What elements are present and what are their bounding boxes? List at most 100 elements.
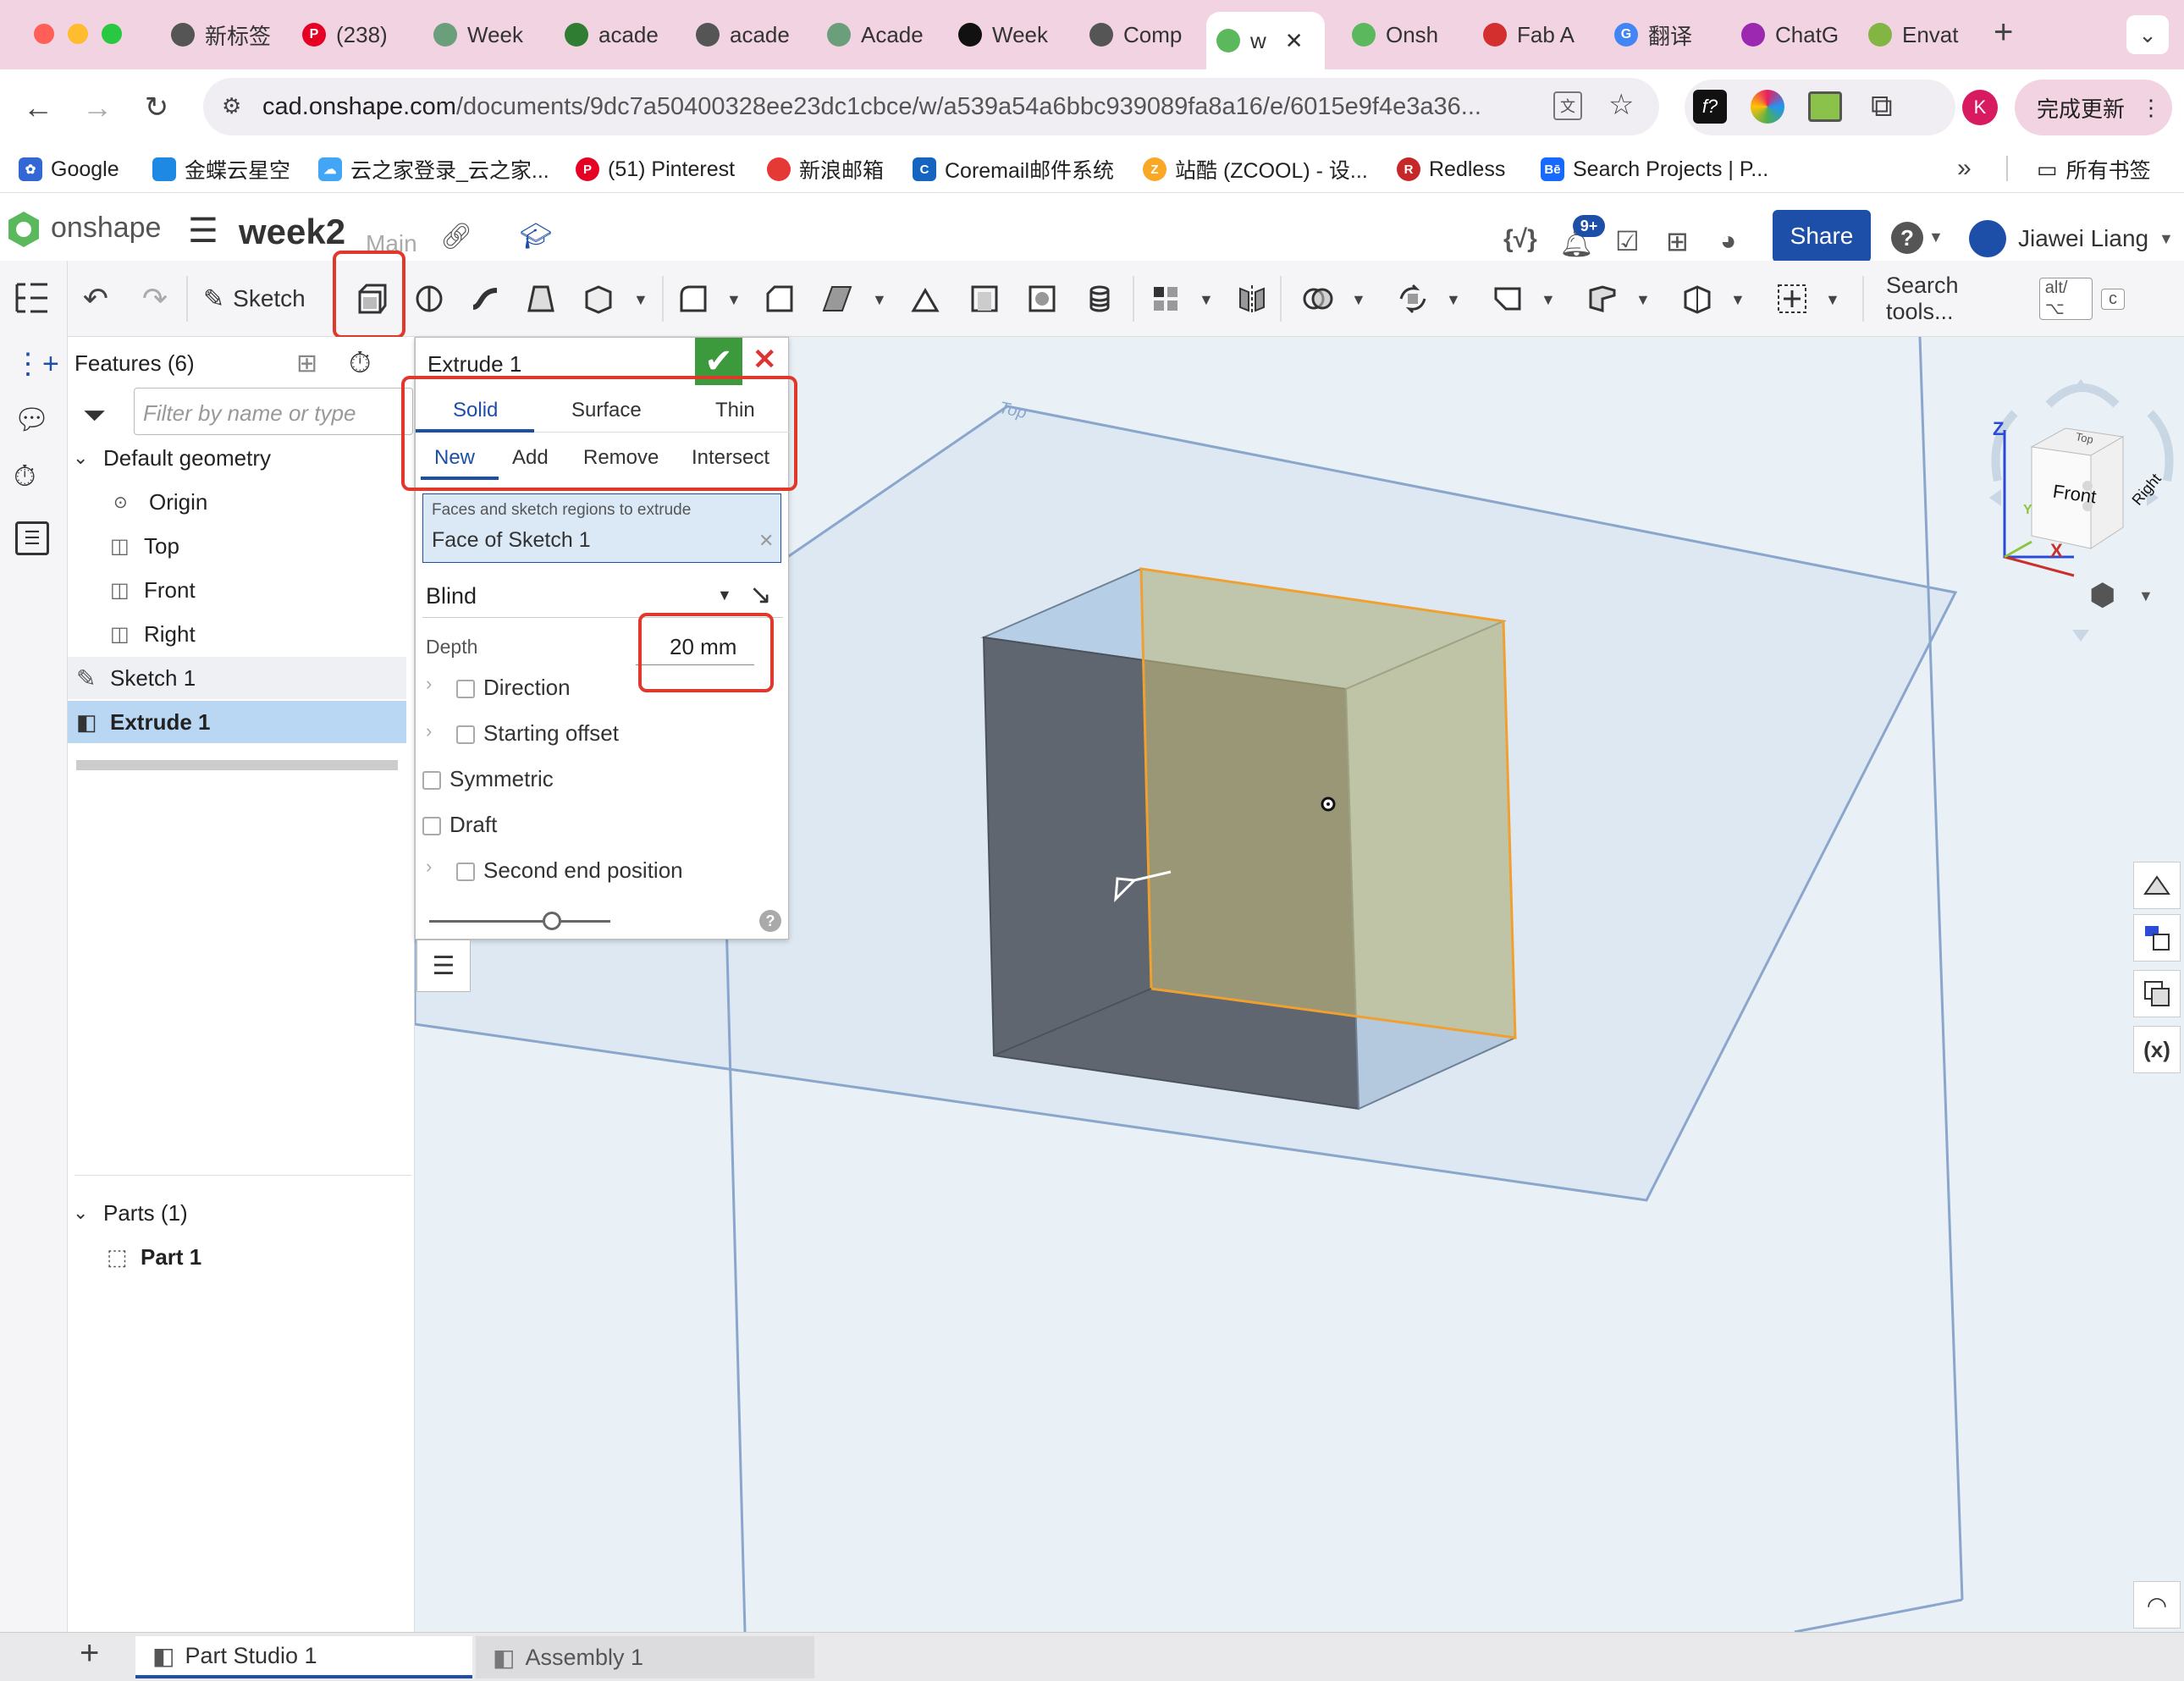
boolean-tool-icon[interactable] (1299, 279, 1337, 318)
reload-icon[interactable]: ↻ (135, 86, 178, 129)
sweep-tool-icon[interactable] (466, 279, 505, 318)
symmetric-checkbox[interactable] (422, 771, 441, 790)
bookmark-item[interactable]: Bē Search Projects | P... (1541, 154, 1768, 185)
bookmark-item[interactable]: ✿ Google (19, 154, 119, 185)
app-store-grid-icon[interactable]: ⊞ (1666, 225, 1689, 257)
window-zoom-button[interactable] (102, 24, 122, 44)
draft-checkbox[interactable] (422, 817, 441, 835)
dropdown-chevron-icon[interactable]: ▼ (1825, 291, 1840, 309)
browser-tab[interactable]: P (238) (292, 12, 411, 58)
share-button[interactable]: Share (1773, 210, 1871, 262)
view-shortcuts-dome-icon[interactable]: ◠ (2133, 1581, 2181, 1629)
appearance-panel-icon[interactable] (2133, 862, 2181, 909)
browser-tab[interactable]: Envat (1858, 12, 1977, 58)
cancel-x-button[interactable]: ✕ (753, 343, 777, 377)
expand-chevron-icon[interactable]: ⌄ (73, 1202, 103, 1224)
site-settings-icon[interactable]: ⚙ (222, 93, 241, 119)
starting-offset-checkbox[interactable] (456, 725, 475, 744)
faces-selection-box[interactable]: Faces and sketch regions to extrude Face… (422, 493, 781, 563)
tree-item-top-plane[interactable]: ◫ Top (110, 525, 449, 567)
bookmark-item[interactable]: P (51) Pinterest (576, 154, 735, 185)
help-dropdown-chevron-icon[interactable]: ▼ (1928, 229, 1944, 246)
surface-tool-icon[interactable] (1678, 279, 1717, 318)
document-title[interactable]: week2 (239, 212, 345, 252)
tree-item-origin[interactable]: ⊙ Origin (113, 481, 452, 523)
image-extension-icon[interactable] (1808, 91, 1842, 122)
update-button[interactable]: 完成更新 ⋮ (2015, 80, 2172, 135)
thicken-tool-icon[interactable] (579, 279, 618, 318)
close-tab-icon[interactable]: ✕ (1285, 28, 1304, 54)
browser-tab-active[interactable]: w ✕ (1206, 12, 1325, 69)
profile-avatar[interactable]: K (1962, 90, 1998, 125)
shell-tool-icon[interactable] (965, 279, 1004, 318)
browser-tab[interactable]: acade (686, 12, 804, 58)
expand-chevron-icon[interactable]: › (426, 720, 432, 742)
expand-chevron-icon[interactable]: › (426, 856, 432, 878)
mate-connector-icon[interactable] (1773, 279, 1812, 318)
mirror-tool-icon[interactable] (1233, 279, 1271, 318)
loft-tool-icon[interactable] (521, 279, 560, 318)
dropdown-chevron-icon[interactable]: ▼ (633, 291, 648, 309)
transform-tool-icon[interactable] (1393, 279, 1432, 318)
browser-tab[interactable]: Onsh (1342, 12, 1460, 58)
face-of-sketch-item[interactable]: Face of Sketch 1 (432, 528, 591, 553)
rollback-bar[interactable] (76, 760, 398, 770)
tree-item-front-plane[interactable]: ◫ Front (110, 569, 449, 611)
user-name[interactable]: Jiawei Liang (2018, 225, 2148, 252)
fillet-tool-icon[interactable] (674, 279, 713, 318)
tab-list-chevron-icon[interactable]: ⌄ (2126, 15, 2169, 54)
browser-tab[interactable]: Week (948, 12, 1067, 58)
dropdown-chevron-icon[interactable]: ▼ (1635, 291, 1651, 309)
browser-tab[interactable]: Week (423, 12, 542, 58)
add-tab-plus-icon[interactable]: + (80, 1634, 99, 1673)
sketch-button[interactable]: ✎ Sketch (203, 279, 306, 318)
back-arrow-icon[interactable]: ← (17, 86, 59, 129)
browser-tab[interactable]: acade (554, 12, 673, 58)
expand-chevron-icon[interactable]: › (426, 673, 432, 695)
named-views-icon[interactable] (2133, 970, 2181, 1017)
end-type-select[interactable]: Blind (426, 583, 477, 609)
configurations-icon[interactable] (2133, 914, 2181, 962)
dropdown-chevron-icon[interactable]: ▼ (1541, 291, 1556, 309)
preview-slider-track[interactable] (429, 920, 610, 923)
bookmark-item[interactable]: 新浪邮箱 (767, 154, 884, 185)
tree-item-extrude1[interactable]: ◧ Extrude 1 (68, 701, 406, 743)
dropdown-chevron-icon[interactable]: ▼ (1199, 291, 1214, 309)
bookmark-item[interactable]: Z 站酷 (ZCOOL) - 设... (1143, 154, 1368, 185)
comments-icon[interactable]: 💬︎ (14, 403, 50, 437)
view-options-chevron-icon[interactable]: ▼ (2138, 587, 2154, 605)
more-bookmarks-chevron-icon[interactable]: » (1957, 154, 1972, 183)
hamburger-menu-icon[interactable]: ☰ (188, 212, 218, 251)
view-cube-icon[interactable] (1981, 354, 2176, 675)
dropdown-chevron-icon[interactable]: ▼ (1730, 291, 1746, 309)
add-custom-feature-icon[interactable]: ⋮+ (14, 347, 59, 381)
puzzle-extensions-icon[interactable]: ⧉ (1871, 88, 1893, 124)
thread-tool-icon[interactable] (1080, 279, 1119, 318)
browser-tab[interactable]: 新标签 (161, 12, 288, 58)
linear-pattern-icon[interactable] (1146, 279, 1185, 318)
bookmark-star-icon[interactable]: ☆ (1608, 88, 1635, 122)
chamfer-tool-icon[interactable] (760, 279, 799, 318)
rib-tool-icon[interactable] (906, 279, 945, 318)
browser-tab[interactable]: Comp (1079, 12, 1198, 58)
bookmark-item[interactable]: ☁ 云之家登录_云之家... (318, 154, 549, 185)
browser-tab[interactable]: G 翻译 (1604, 12, 1718, 58)
view-options-cube-icon[interactable]: ⬢ (2089, 577, 2115, 613)
bookmark-item[interactable]: R Redless (1397, 154, 1505, 185)
dialog-help-icon[interactable]: ? (759, 910, 781, 932)
add-folder-icon[interactable]: ⊞ (296, 349, 317, 378)
tree-item-part1[interactable]: ⬚ Part 1 (107, 1236, 445, 1278)
second-end-checkbox[interactable] (456, 863, 475, 881)
forward-arrow-icon[interactable]: → (76, 86, 119, 129)
dropdown-chevron-icon[interactable]: ▼ (1351, 291, 1366, 309)
appearance-palette-icon[interactable]: ◕ (1720, 225, 1736, 256)
feature-dialog-menu-icon[interactable]: ☰ (416, 940, 471, 992)
translate-icon[interactable]: 文 (1553, 91, 1582, 120)
formula-extension-icon[interactable]: f? (1693, 90, 1727, 124)
variables-icon[interactable]: {√} (1503, 225, 1537, 254)
help-icon[interactable]: ? (1891, 222, 1923, 254)
tree-default-geometry[interactable]: ⌄ Default geometry (73, 437, 411, 479)
user-avatar-icon[interactable] (1969, 220, 2006, 257)
tasks-checklist-icon[interactable]: ☑ (1615, 225, 1640, 257)
dropdown-chevron-icon[interactable]: ▼ (726, 291, 742, 309)
